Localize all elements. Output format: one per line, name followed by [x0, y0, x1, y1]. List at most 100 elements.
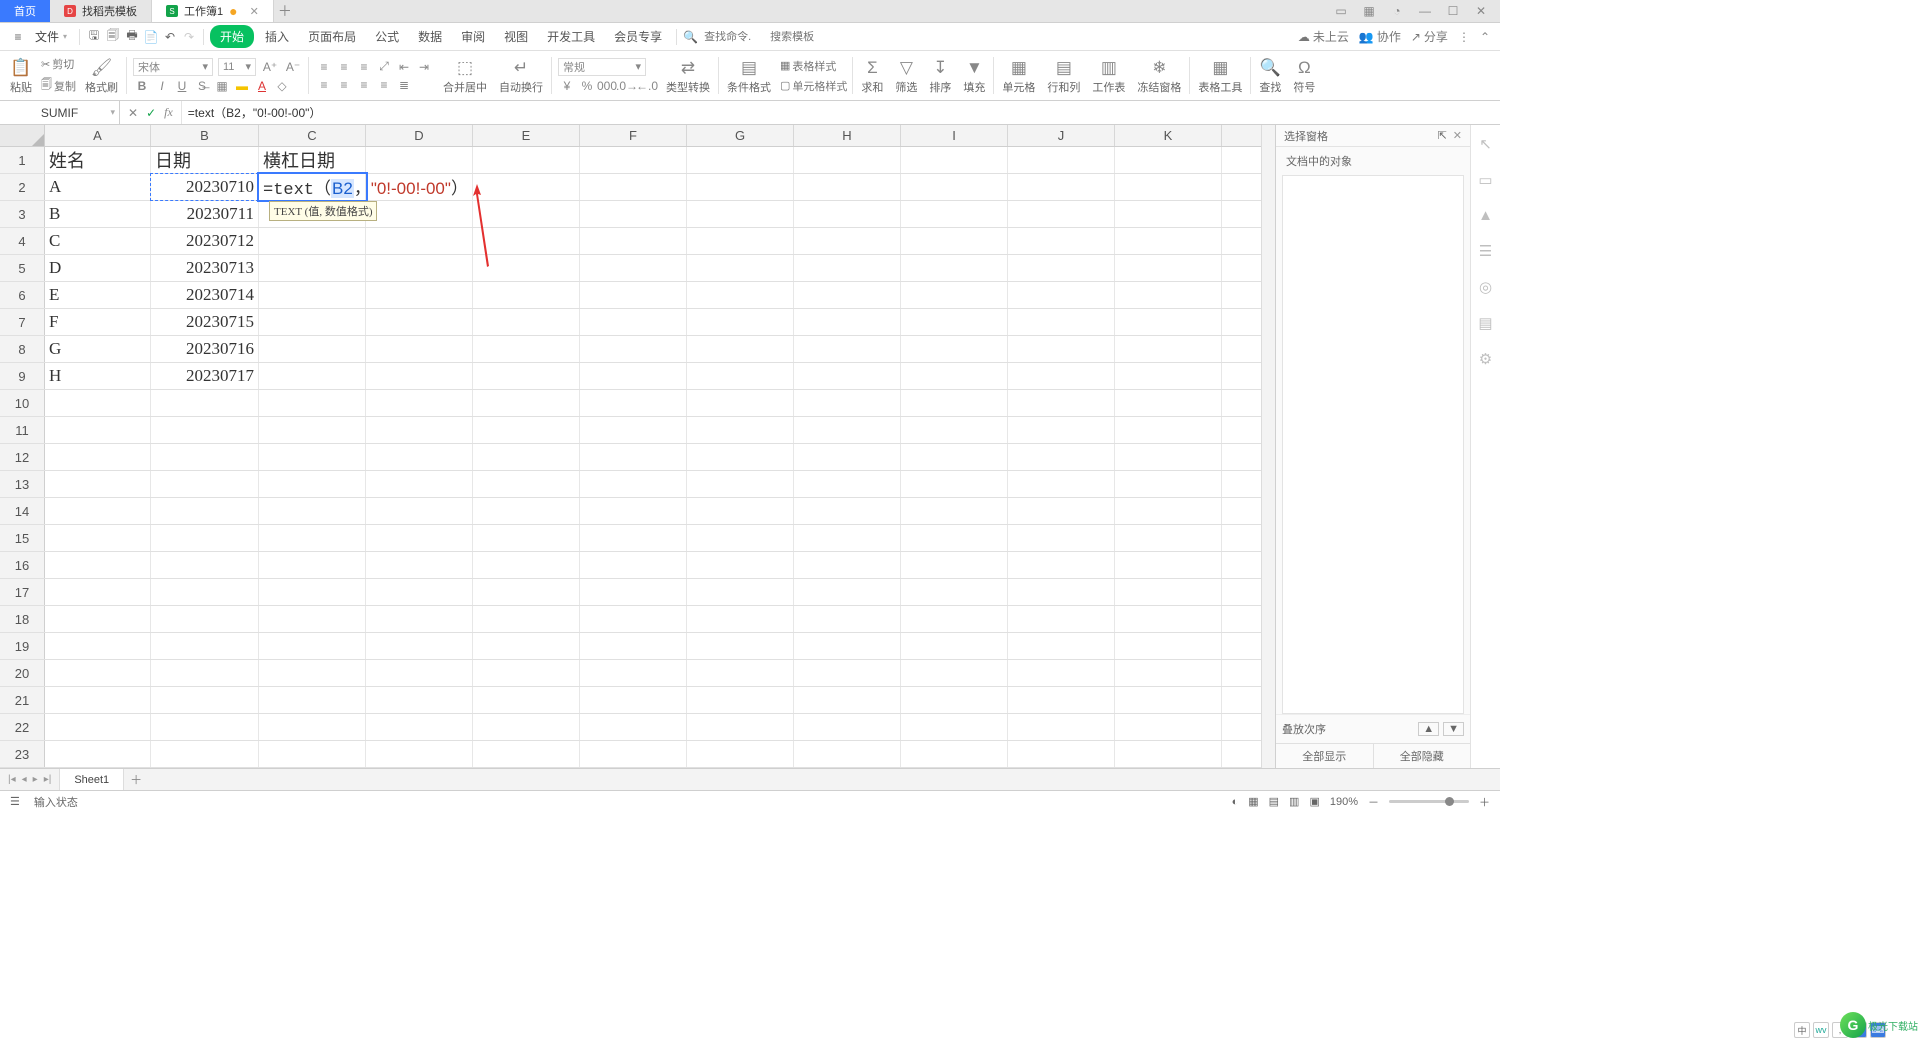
ribbon-tab-formula[interactable]: 公式 [367, 25, 407, 48]
cell[interactable] [1008, 363, 1115, 389]
close-window-icon[interactable]: ✕ [1472, 4, 1490, 18]
cell[interactable] [473, 336, 580, 362]
cell[interactable] [580, 741, 687, 767]
cell[interactable] [901, 174, 1008, 200]
cell[interactable] [901, 741, 1008, 767]
cell[interactable] [259, 525, 366, 551]
cell[interactable] [901, 525, 1008, 551]
cell[interactable] [687, 606, 794, 632]
cell[interactable] [473, 255, 580, 281]
cell[interactable] [794, 444, 901, 470]
redo-icon[interactable]: ↷ [181, 30, 197, 44]
fill-color-icon[interactable]: ▬ [233, 78, 251, 94]
cell[interactable] [1115, 147, 1222, 173]
cell[interactable] [1115, 606, 1222, 632]
pane-pin-icon[interactable]: ⇱ [1438, 130, 1447, 142]
cell[interactable] [473, 606, 580, 632]
cell[interactable]: C [45, 228, 151, 254]
cell[interactable] [473, 471, 580, 497]
cell[interactable] [580, 660, 687, 686]
font-color-icon[interactable]: A [253, 78, 271, 94]
cell[interactable] [794, 579, 901, 605]
cell[interactable] [1008, 201, 1115, 227]
align-left-icon[interactable]: ≡ [315, 77, 333, 93]
cell[interactable] [687, 714, 794, 740]
font-size-select[interactable]: 11▾ [218, 58, 256, 76]
cell[interactable] [901, 444, 1008, 470]
cell[interactable] [580, 552, 687, 578]
undo-icon[interactable]: ↶ [162, 30, 178, 44]
cell[interactable] [794, 282, 901, 308]
cell[interactable] [45, 471, 151, 497]
formula-input[interactable]: =text（B2，"0!-00!-00"） [182, 101, 1500, 124]
tab-close-icon[interactable]: ✕ [250, 5, 259, 18]
cell[interactable] [259, 336, 366, 362]
cell[interactable] [687, 201, 794, 227]
orientation-icon[interactable]: ⤢ [375, 59, 393, 75]
view-page-icon[interactable]: ▤ [1269, 795, 1279, 808]
tab-home[interactable]: 首页 [0, 0, 50, 22]
row-header[interactable]: 9 [0, 363, 45, 389]
cell[interactable] [580, 255, 687, 281]
cell[interactable] [366, 660, 473, 686]
cell[interactable] [1008, 390, 1115, 416]
cell[interactable] [473, 309, 580, 335]
show-all-button[interactable]: 全部显示 [1276, 744, 1374, 768]
cell[interactable] [259, 309, 366, 335]
cell[interactable] [366, 255, 473, 281]
freeze[interactable]: ❄冻结窗格 [1131, 51, 1187, 100]
cell[interactable] [45, 525, 151, 551]
cell[interactable] [1115, 687, 1222, 713]
cell[interactable] [473, 363, 580, 389]
eyecare-icon[interactable]: ◐ [1232, 796, 1239, 808]
confirm-formula-icon[interactable]: ✓ [146, 106, 156, 120]
cell[interactable] [794, 525, 901, 551]
format-painter[interactable]: 🖌格式刷 [79, 51, 124, 100]
maximize-icon[interactable]: ☐ [1444, 4, 1462, 18]
cell[interactable] [794, 714, 901, 740]
cell[interactable] [473, 498, 580, 524]
row-header[interactable]: 1 [0, 147, 45, 173]
col-header-J[interactable]: J [1008, 125, 1115, 146]
cell[interactable] [473, 147, 580, 173]
switch-window-icon[interactable]: ▭ [1332, 4, 1350, 18]
cell[interactable] [259, 579, 366, 605]
cell[interactable] [151, 714, 259, 740]
cell[interactable] [151, 741, 259, 767]
cell[interactable] [1115, 201, 1222, 227]
worksheet[interactable]: ▥工作表 [1086, 51, 1131, 100]
pane-close-icon[interactable]: ✕ [1453, 130, 1462, 142]
cell[interactable] [151, 552, 259, 578]
minimize-icon[interactable]: — [1416, 4, 1434, 18]
cell[interactable] [1008, 471, 1115, 497]
cell[interactable] [473, 444, 580, 470]
side-settings-icon[interactable]: ⚙ [1479, 350, 1492, 368]
cell[interactable] [901, 255, 1008, 281]
print-icon[interactable]: 🖶 [124, 26, 140, 47]
side-resource-icon[interactable]: ◎ [1479, 278, 1492, 296]
row-header[interactable]: 15 [0, 525, 45, 551]
cell[interactable]: D [45, 255, 151, 281]
cell[interactable] [259, 741, 366, 767]
send-backward-icon[interactable]: ▼ [1443, 722, 1464, 736]
cell[interactable] [901, 579, 1008, 605]
cell[interactable] [794, 390, 901, 416]
cell[interactable]: F [45, 309, 151, 335]
search-template-input[interactable] [770, 31, 830, 43]
cell[interactable] [687, 525, 794, 551]
side-layers-icon[interactable]: ☰ [1479, 242, 1492, 260]
thousands-icon[interactable]: 000 [598, 78, 616, 94]
clear-format-icon[interactable]: ◇ [273, 78, 291, 94]
cell[interactable] [580, 444, 687, 470]
cell[interactable] [794, 741, 901, 767]
cell[interactable] [45, 633, 151, 659]
dec-inc-icon[interactable]: .0→ [618, 78, 636, 94]
ribbon-tab-data[interactable]: 数据 [410, 25, 450, 48]
cell[interactable] [794, 660, 901, 686]
cell[interactable] [580, 687, 687, 713]
number-format-select[interactable]: 常规▾ [558, 58, 646, 76]
tab-add[interactable]: ＋ [274, 0, 296, 22]
cell[interactable]: 20230715 [151, 309, 259, 335]
cell[interactable] [1115, 660, 1222, 686]
cell[interactable] [1115, 579, 1222, 605]
